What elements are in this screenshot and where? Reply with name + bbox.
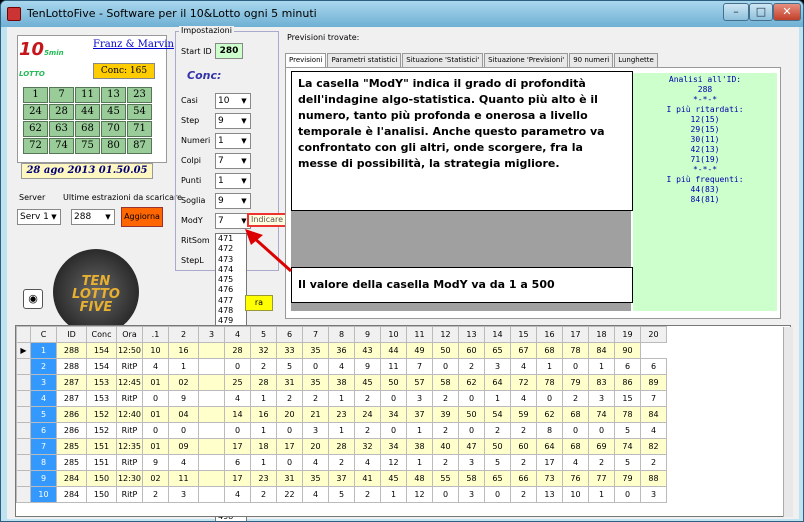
arrow-line xyxy=(251,235,293,273)
app-window: TenLottoFive - Software per il 10&Lotto … xyxy=(0,0,804,522)
arrow-annotation xyxy=(245,229,293,273)
